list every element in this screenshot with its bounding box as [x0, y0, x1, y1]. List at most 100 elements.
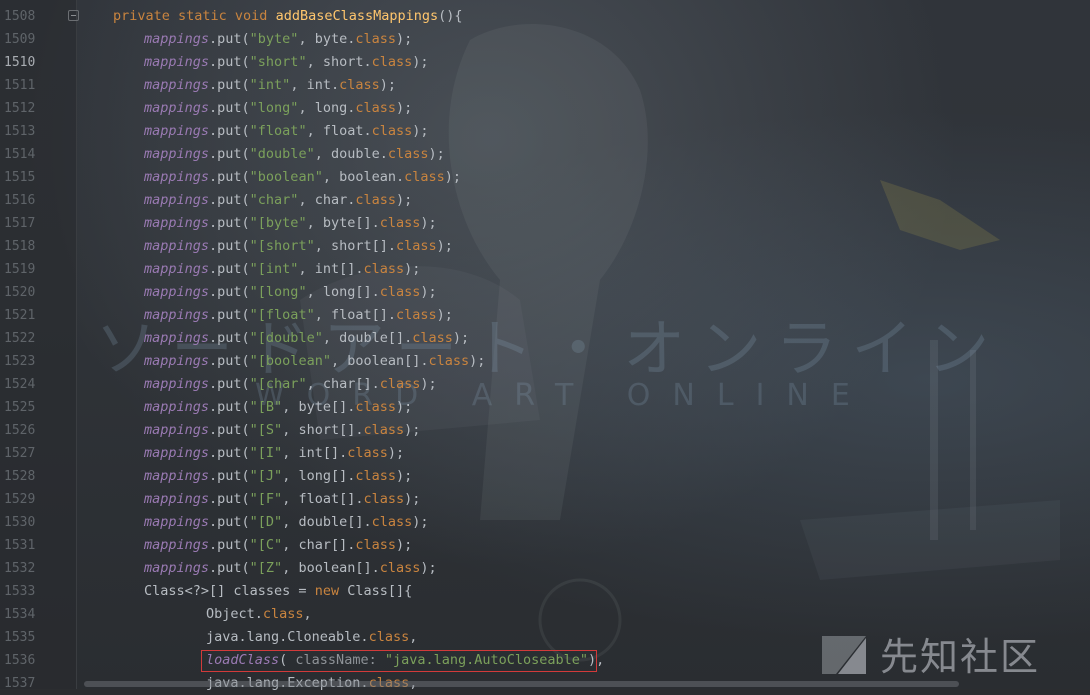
code-token: mappings [144, 238, 210, 254]
line-number: 1533 [4, 584, 36, 599]
code-token: "char" [249, 192, 299, 208]
code-line[interactable]: 1524 mappings.put("[char", char[].class); [0, 373, 1090, 396]
code-token: , int. [290, 77, 340, 93]
line-number: 1528 [4, 469, 36, 484]
code-line[interactable]: 1519 mappings.put("[int", int[].class); [0, 258, 1090, 281]
code-token: .put( [209, 215, 250, 231]
code-token: class [355, 192, 396, 208]
code-text: mappings.put("char", char.class); [144, 189, 412, 212]
line-number: 1523 [4, 354, 36, 369]
code-line[interactable]: 1513 mappings.put("float", float.class); [0, 120, 1090, 143]
code-token: , int[]. [282, 445, 348, 461]
code-token: class [379, 215, 421, 231]
code-line[interactable]: 1511 mappings.put("int", int.class); [0, 74, 1090, 97]
code-token: .put( [209, 399, 250, 415]
code-text: mappings.put("[I", int[].class); [144, 442, 404, 465]
code-line[interactable]: 1531 mappings.put("[C", char[].class); [0, 534, 1090, 557]
highlight-annotation-box [201, 650, 597, 672]
code-line[interactable]: 1525 mappings.put("[B", byte[].class); [0, 396, 1090, 419]
code-text: mappings.put("[C", char[].class); [144, 534, 412, 557]
code-line[interactable]: 1526 mappings.put("[S", short[].class); [0, 419, 1090, 442]
code-token: .put( [209, 537, 250, 553]
code-token: mappings [144, 100, 210, 116]
code-editor[interactable]: ソードアート・オンライン WORD ART ONLINE 1508 private… [0, 0, 1090, 691]
code-line[interactable]: 1515 mappings.put("boolean", boolean.clas… [0, 166, 1090, 189]
code-text: mappings.put("[long", long[].class); [144, 281, 437, 304]
code-text: mappings.put("float", float.class); [144, 120, 429, 143]
code-token: ); [436, 307, 453, 323]
line-number: 1537 [4, 676, 36, 691]
code-token: class [363, 422, 405, 438]
code-token: ); [444, 169, 462, 185]
code-token: "[S" [249, 422, 283, 438]
code-text: mappings.put("[char", char[].class); [144, 373, 437, 396]
code-line[interactable]: 1509 mappings.put("byte", byte.class); [0, 28, 1090, 51]
line-number: 1515 [4, 170, 36, 185]
code-token: .put( [209, 192, 250, 208]
code-token: .put( [209, 31, 250, 47]
horizontal-scrollbar[interactable] [84, 681, 959, 687]
code-line[interactable]: 1523 mappings.put("[boolean", boolean[].c… [0, 350, 1090, 373]
line-number: 1518 [4, 239, 36, 254]
code-line[interactable]: 1520 mappings.put("[long", long[].class); [0, 281, 1090, 304]
code-token: addBaseClassMappings [275, 8, 439, 24]
code-token: .put( [209, 491, 250, 507]
code-line[interactable]: 1510 mappings.put("short", short.class); [0, 51, 1090, 74]
code-line[interactable]: 1527 mappings.put("[I", int[].class); [0, 442, 1090, 465]
code-token: class [371, 54, 413, 70]
line-number: 1530 [4, 515, 36, 530]
code-line[interactable]: 1508 private static void addBaseClassMapp… [0, 5, 1090, 28]
code-line[interactable]: 1533 Class<?>[] classes = new Class[]{ [0, 580, 1090, 603]
code-line[interactable]: 1514 mappings.put("double", double.class)… [0, 143, 1090, 166]
code-line[interactable]: 1530 mappings.put("[D", double[].class); [0, 511, 1090, 534]
code-line[interactable]: 1534 Object.class, [0, 603, 1090, 626]
code-token: ); [412, 54, 429, 70]
code-token: .put( [209, 284, 250, 300]
code-token: "[char" [249, 376, 307, 392]
code-text: mappings.put("[boolean", boolean[].class… [144, 350, 485, 373]
code-token: ); [395, 468, 413, 484]
code-token: , double[]. [322, 330, 413, 346]
code-text: mappings.put("long", long.class); [144, 97, 412, 120]
code-token: mappings [144, 77, 210, 93]
code-line[interactable]: 1518 mappings.put("[short", short[].class… [0, 235, 1090, 258]
code-line[interactable]: 1517 mappings.put("[byte", byte[].class); [0, 212, 1090, 235]
line-number: 1529 [4, 492, 36, 507]
line-number: 1517 [4, 216, 36, 231]
code-token: mappings [144, 491, 210, 507]
code-token: class [371, 514, 413, 530]
xianzhi-logo-icon [822, 636, 866, 674]
code-token: class [404, 169, 445, 185]
code-token: ); [404, 422, 421, 438]
code-token: , short[]. [314, 238, 396, 254]
code-token: ); [420, 215, 437, 231]
code-token: class [355, 100, 396, 116]
code-token: ); [428, 146, 445, 162]
line-number: 1509 [4, 32, 36, 47]
code-line[interactable]: 1516 mappings.put("char", char.class); [0, 189, 1090, 212]
code-token: ); [379, 77, 396, 93]
code-token: mappings [144, 307, 210, 323]
code-token: ); [412, 123, 429, 139]
code-line[interactable]: 1532 mappings.put("[Z", boolean[].class); [0, 557, 1090, 580]
watermark: 先知社区 [818, 628, 1040, 679]
line-number: 1535 [4, 630, 36, 645]
code-token: ); [395, 399, 413, 415]
code-token: Class<?>[] classes = [144, 583, 315, 599]
code-token: class [379, 284, 421, 300]
code-token: .put( [209, 560, 250, 576]
code-token: , boolean. [322, 169, 405, 185]
code-token: "[J" [249, 468, 283, 484]
code-token: "byte" [249, 31, 299, 47]
code-line[interactable]: 1512 mappings.put("long", long.class); [0, 97, 1090, 120]
code-line[interactable]: 1529 mappings.put("[F", float[].class); [0, 488, 1090, 511]
line-number: 1525 [4, 400, 36, 415]
code-token: private static void [113, 8, 276, 24]
code-line[interactable]: 1528 mappings.put("[J", long[].class); [0, 465, 1090, 488]
code-token: ); [420, 560, 437, 576]
code-token: mappings [144, 123, 210, 139]
code-line[interactable]: 1521 mappings.put("[float", float[].class… [0, 304, 1090, 327]
code-token: , double. [314, 146, 388, 162]
code-line[interactable]: 1522 mappings.put("[double", double[].cla… [0, 327, 1090, 350]
code-token: mappings [144, 31, 210, 47]
